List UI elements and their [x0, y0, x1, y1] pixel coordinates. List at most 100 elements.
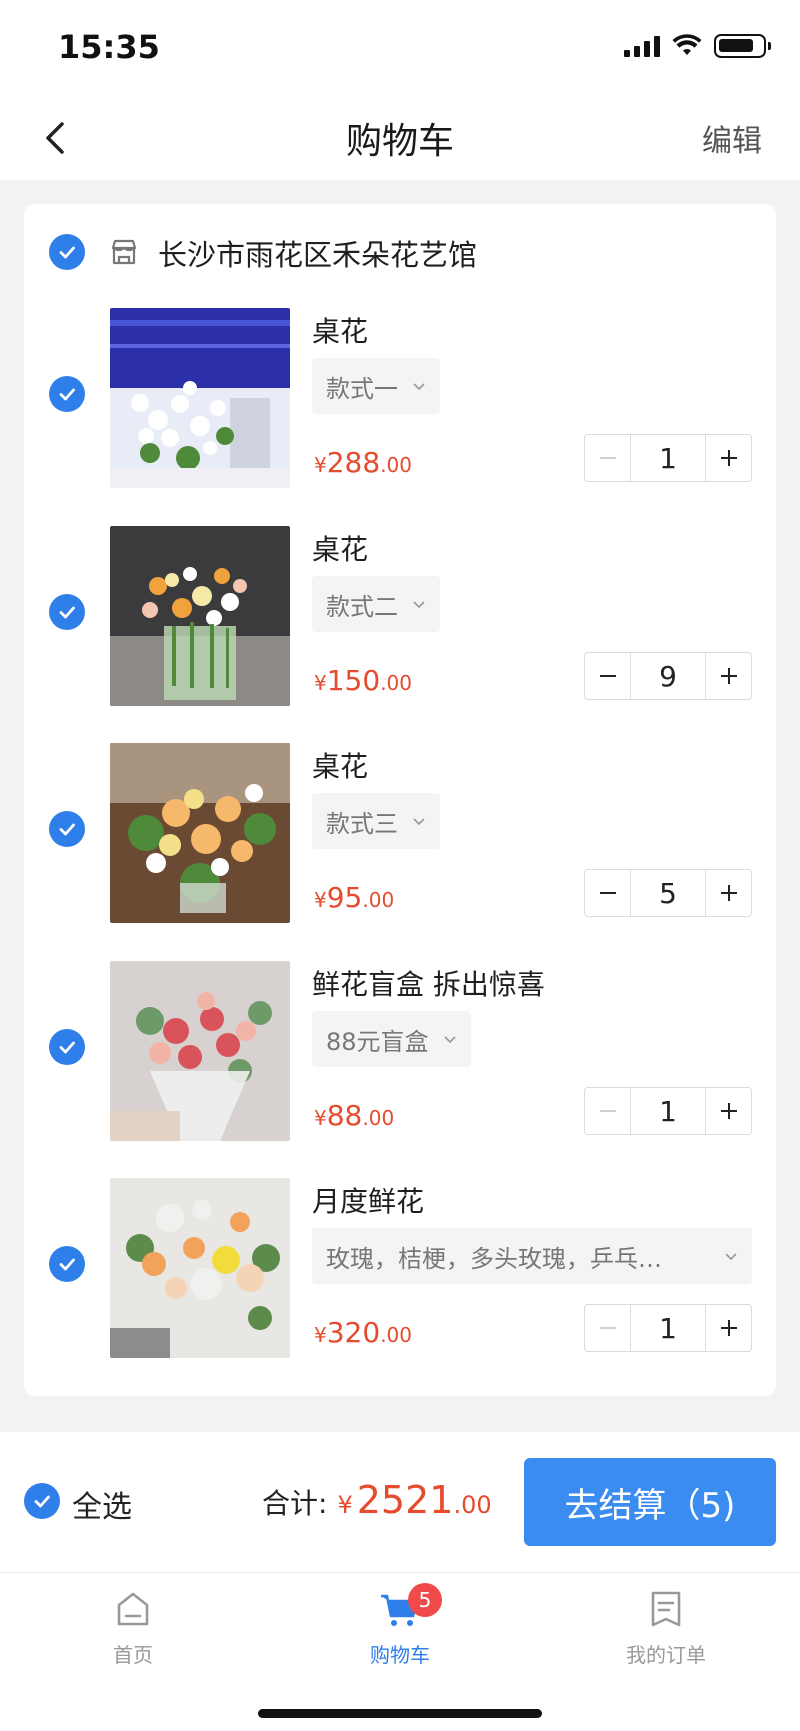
plus-icon: [720, 1320, 737, 1336]
summary-bar: 全选 合计: ¥2521.00 去结算（5): [0, 1432, 800, 1572]
total-price: 合计: ¥2521.00: [262, 1478, 492, 1522]
select-all-label[interactable]: 全选: [72, 1482, 132, 1526]
tab-cart[interactable]: 5 购物车: [320, 1583, 480, 1668]
cart-item: 鲜花盲盒 拆出惊喜 88元盲盒 ¥88.00 1: [24, 961, 776, 1161]
spec-label: 88元盲盒: [326, 1027, 429, 1056]
quantity-stepper: 1: [584, 434, 752, 482]
quantity-stepper: 1: [584, 1087, 752, 1135]
quantity-stepper: 1: [584, 1304, 752, 1352]
item-title: 桌花: [312, 533, 369, 566]
plus-icon: [720, 450, 737, 466]
status-time: 15:35: [58, 28, 160, 66]
spec-select[interactable]: 玫瑰，桔梗，多头玫瑰，乒乓…: [312, 1228, 752, 1284]
tab-home[interactable]: 首页: [53, 1587, 213, 1668]
cellular-signal-icon: [624, 35, 660, 57]
product-image[interactable]: [110, 1178, 290, 1358]
item-checkbox[interactable]: [49, 1246, 85, 1282]
decrease-button[interactable]: [585, 653, 631, 699]
orders-icon: [651, 1591, 681, 1627]
quantity-value[interactable]: 1: [631, 435, 705, 481]
spec-label: 款式二: [326, 592, 398, 621]
chevron-down-icon: [443, 1036, 456, 1044]
item-price: ¥88.00: [314, 1099, 395, 1132]
cart-card: 长沙市雨花区禾朵花艺馆 桌花 款式一 ¥288.00 1 桌花 款式二 ¥150…: [24, 204, 776, 1396]
minus-icon: [599, 1110, 616, 1112]
home-icon: [117, 1592, 149, 1626]
item-price: ¥95.00: [314, 881, 395, 914]
battery-icon: [714, 34, 771, 58]
product-image[interactable]: [110, 526, 290, 706]
plus-icon: [720, 1103, 737, 1119]
quantity-value[interactable]: 9: [631, 653, 705, 699]
quantity-value[interactable]: 1: [631, 1088, 705, 1134]
edit-button[interactable]: 编辑: [702, 116, 762, 160]
increase-button[interactable]: [705, 435, 751, 481]
tab-label: 购物车: [370, 1643, 430, 1667]
chevron-down-icon: [413, 601, 425, 609]
select-all-checkbox[interactable]: [24, 1483, 60, 1519]
item-title: 月度鲜花: [312, 1185, 425, 1218]
item-price: ¥288.00: [314, 446, 412, 479]
plus-icon: [720, 885, 737, 901]
tab-bar: 首页 5 购物车 我的订单: [0, 1572, 800, 1731]
quantity-stepper: 9: [584, 652, 752, 700]
tab-label: 我的订单: [626, 1643, 706, 1667]
checkout-button[interactable]: 去结算（5): [524, 1458, 776, 1546]
plus-icon: [720, 668, 737, 684]
quantity-stepper: 5: [584, 869, 752, 917]
increase-button[interactable]: [705, 1305, 751, 1351]
item-checkbox[interactable]: [49, 376, 85, 412]
product-image[interactable]: [110, 743, 290, 923]
status-icons: [624, 34, 771, 58]
spec-label: 玫瑰，桔梗，多头玫瑰，乒乓…: [326, 1244, 662, 1273]
item-title: 桌花: [312, 750, 369, 783]
quantity-value[interactable]: 1: [631, 1305, 705, 1351]
item-title: 鲜花盲盒 拆出惊喜: [312, 968, 545, 1001]
total-label: 合计:: [262, 1487, 328, 1520]
chevron-down-icon: [725, 1253, 737, 1261]
spec-label: 款式一: [326, 374, 398, 403]
spec-select[interactable]: 款式三: [312, 793, 440, 849]
wifi-icon: [672, 34, 702, 55]
cart-item: 月度鲜花 玫瑰，桔梗，多头玫瑰，乒乓… ¥320.00 1: [24, 1178, 776, 1378]
shop-row: 长沙市雨花区禾朵花艺馆: [24, 204, 776, 304]
store-icon: [111, 239, 137, 265]
increase-button[interactable]: [705, 870, 751, 916]
spec-select[interactable]: 款式一: [312, 358, 440, 414]
increase-button[interactable]: [705, 653, 751, 699]
chevron-down-icon: [413, 818, 425, 826]
spec-select[interactable]: 88元盲盒: [312, 1011, 471, 1067]
product-image[interactable]: [110, 961, 290, 1141]
increase-button[interactable]: [705, 1088, 751, 1134]
spec-select[interactable]: 款式二: [312, 576, 440, 632]
shop-name: 长沙市雨花区禾朵花艺馆: [158, 238, 478, 272]
page-title: 购物车: [345, 121, 454, 162]
tab-label: 首页: [113, 1643, 153, 1667]
quantity-value[interactable]: 5: [631, 870, 705, 916]
home-indicator: [258, 1709, 542, 1718]
nav-bar: 购物车 编辑: [0, 96, 800, 180]
decrease-button[interactable]: [585, 1088, 631, 1134]
item-price: ¥150.00: [314, 664, 412, 697]
item-checkbox[interactable]: [49, 1029, 85, 1065]
item-price: ¥320.00: [314, 1316, 412, 1349]
chevron-down-icon: [413, 383, 425, 391]
status-bar: 15:35: [0, 0, 800, 96]
cart-badge: 5: [408, 1583, 442, 1617]
item-checkbox[interactable]: [49, 594, 85, 630]
minus-icon: [599, 1327, 616, 1329]
item-checkbox[interactable]: [49, 811, 85, 847]
shop-checkbox[interactable]: [49, 234, 85, 270]
product-image[interactable]: [110, 308, 290, 488]
spec-label: 款式三: [326, 809, 398, 838]
item-title: 桌花: [312, 315, 369, 348]
cart-item: 桌花 款式二 ¥150.00 9: [24, 526, 776, 726]
cart-item: 桌花 款式三 ¥95.00 5: [24, 743, 776, 943]
minus-icon: [599, 675, 616, 677]
tab-orders[interactable]: 我的订单: [586, 1587, 746, 1668]
cart-item: 桌花 款式一 ¥288.00 1: [24, 308, 776, 508]
decrease-button[interactable]: [585, 1305, 631, 1351]
decrease-button[interactable]: [585, 435, 631, 481]
decrease-button[interactable]: [585, 870, 631, 916]
minus-icon: [599, 892, 616, 894]
